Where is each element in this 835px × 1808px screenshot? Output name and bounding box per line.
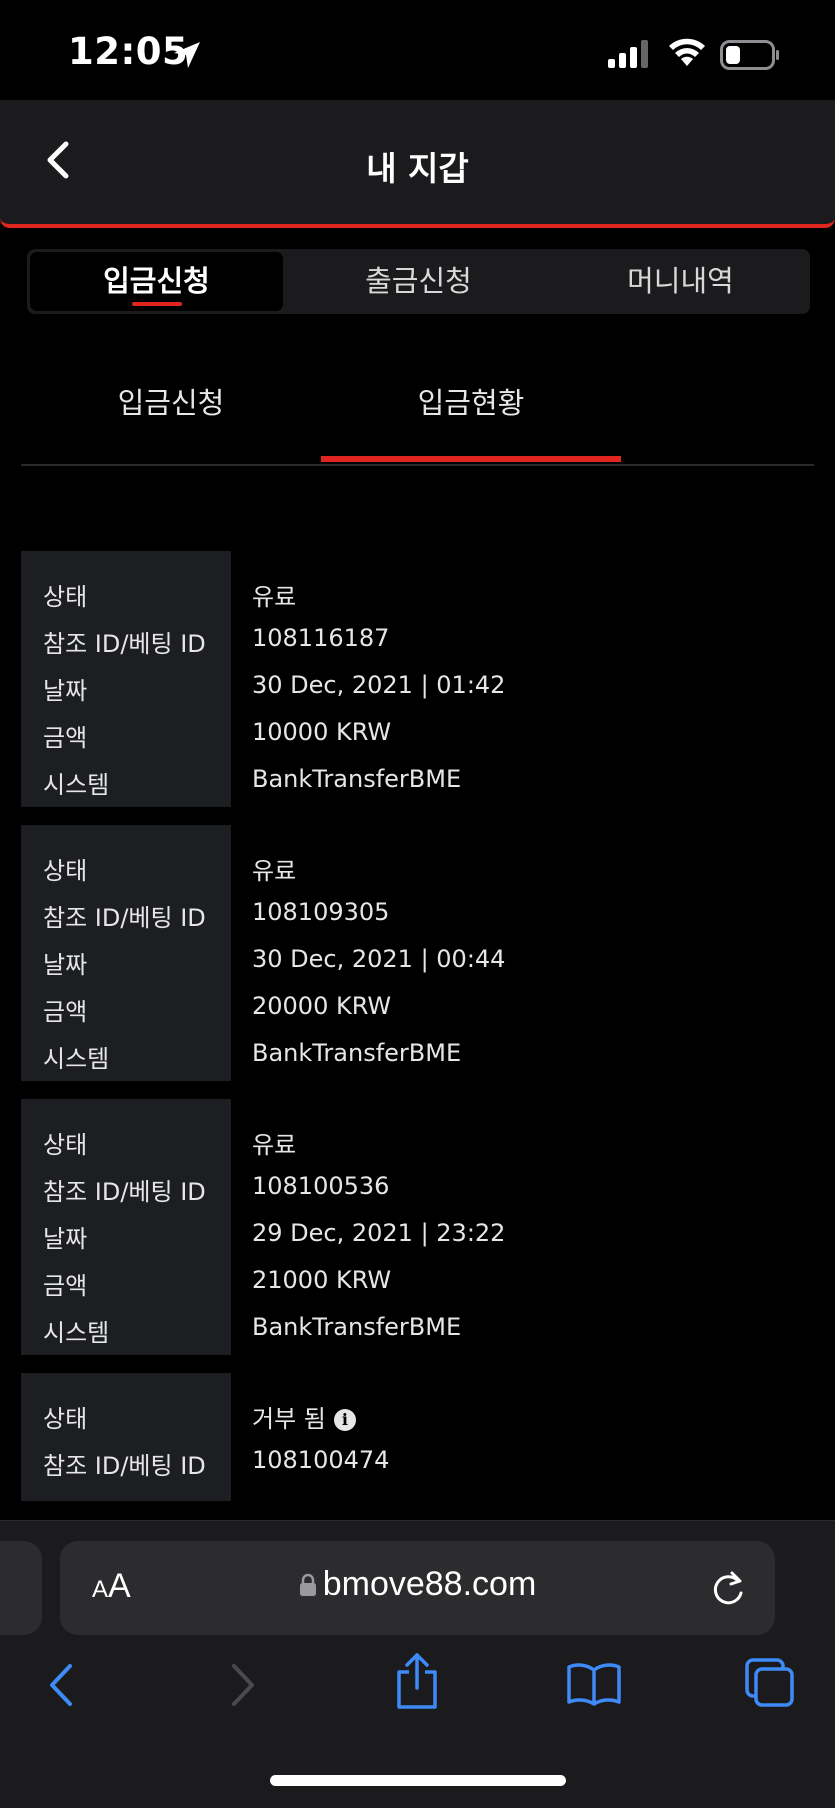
field-value: BankTransferBME — [252, 1313, 462, 1341]
field-label: 날짜 — [43, 951, 88, 979]
field-value: 108100536 — [252, 1172, 390, 1200]
record-row-amount: 금액 10000 KRW — [21, 712, 814, 759]
record-row-ref-id: 참조 ID/베팅 ID 108116187 — [21, 618, 814, 665]
info-icon[interactable]: i — [333, 1409, 356, 1431]
subtab-deposit-request[interactable]: 입금신청 — [21, 360, 321, 460]
field-label: 시스템 — [43, 1319, 110, 1347]
field-label: 참조 ID/베팅 ID — [43, 904, 206, 932]
field-label: 상태 — [43, 857, 88, 885]
tab-label: 입금신청 — [103, 264, 210, 298]
record-row-status: 상태 유료 — [21, 1119, 814, 1166]
record-row-date: 날짜 30 Dec, 2021 | 00:44 — [21, 939, 814, 986]
record-row-system: 시스템 BankTransferBME — [21, 1307, 814, 1354]
field-label: 시스템 — [43, 771, 110, 799]
tab-withdraw-request[interactable]: 출금신청 — [292, 249, 545, 314]
address-bar[interactable]: AA bmove88.com — [60, 1541, 775, 1635]
record-row-amount: 금액 21000 KRW — [21, 1260, 814, 1307]
field-value: 108100474 — [252, 1446, 390, 1474]
lock-icon — [299, 1573, 316, 1596]
page-title: 내 지갑 — [366, 149, 469, 188]
wifi-icon — [669, 38, 705, 66]
share-icon[interactable] — [394, 1652, 440, 1710]
field-value: 108109305 — [252, 898, 390, 926]
field-value: 29 Dec, 2021 | 23:22 — [252, 1219, 506, 1247]
field-label: 금액 — [43, 724, 88, 752]
status-bar: 12:05 — [0, 0, 835, 100]
active-tab-indicator — [131, 302, 182, 306]
cellular-signal-icon — [608, 40, 648, 68]
field-value: 유료 — [252, 857, 297, 885]
location-arrow-icon — [174, 42, 200, 68]
record-row-ref-id: 참조 ID/베팅 ID 108100536 — [21, 1166, 814, 1213]
status-text: 거부 됨 — [252, 1405, 326, 1433]
field-value: BankTransferBME — [252, 1039, 462, 1067]
tabs-icon[interactable] — [745, 1658, 795, 1708]
url-text: bmove88.com — [322, 1565, 537, 1603]
field-label: 상태 — [43, 583, 88, 611]
field-label: 참조 ID/베팅 ID — [43, 630, 206, 658]
record-row-date: 날짜 30 Dec, 2021 | 01:42 — [21, 665, 814, 712]
record-row-status: 상태 유료 — [21, 571, 814, 618]
record-row-status: 상태 유료 — [21, 845, 814, 892]
tab-deposit-request[interactable]: 입금신청 — [30, 252, 283, 311]
field-value: 10000 KRW — [252, 718, 392, 746]
reload-icon[interactable] — [710, 1569, 748, 1609]
deposit-record: 상태 거부 됨 i 참조 ID/베팅 ID 108100474 — [21, 1373, 814, 1501]
subtab-label: 입금현황 — [417, 386, 525, 420]
record-row-ref-id: 참조 ID/베팅 ID 108109305 — [21, 892, 814, 939]
field-label: 참조 ID/베팅 ID — [43, 1452, 206, 1480]
deposit-record: 상태 유료 참조 ID/베팅 ID 108116187 날짜 30 Dec, 2… — [21, 551, 814, 807]
status-time: 12:05 — [68, 30, 189, 73]
field-label: 상태 — [43, 1131, 88, 1159]
field-label: 금액 — [43, 1272, 88, 1300]
tab-label: 출금신청 — [365, 264, 472, 298]
field-label: 상태 — [43, 1405, 88, 1433]
record-row-system: 시스템 BankTransferBME — [21, 759, 814, 806]
record-row-amount: 금액 20000 KRW — [21, 986, 814, 1033]
browser-forward-icon[interactable] — [224, 1660, 260, 1710]
field-value: 21000 KRW — [252, 1266, 392, 1294]
sub-tab-bar: 입금신청 입금현황 — [21, 360, 814, 466]
field-value: BankTransferBME — [252, 765, 462, 793]
previous-tab-pill[interactable] — [0, 1541, 42, 1635]
field-label: 참조 ID/베팅 ID — [43, 1178, 206, 1206]
bookmarks-icon[interactable] — [566, 1662, 622, 1706]
browser-back-icon[interactable] — [44, 1660, 80, 1710]
url-display[interactable]: bmove88.com — [60, 1565, 775, 1604]
tab-label: 머니내역 — [627, 264, 734, 298]
field-value: 20000 KRW — [252, 992, 392, 1020]
field-value: 거부 됨 i — [252, 1399, 356, 1434]
deposit-record: 상태 유료 참조 ID/베팅 ID 108100536 날짜 29 Dec, 2… — [21, 1099, 814, 1355]
deposit-record: 상태 유료 참조 ID/베팅 ID 108109305 날짜 30 Dec, 2… — [21, 825, 814, 1081]
record-row-status: 상태 거부 됨 i — [21, 1393, 814, 1440]
field-value: 30 Dec, 2021 | 01:42 — [252, 671, 506, 699]
app-header: 내 지갑 — [0, 100, 835, 228]
battery-icon — [720, 40, 779, 70]
main-tab-bar: 입금신청 출금신청 머니내역 — [27, 249, 810, 314]
field-value: 108116187 — [252, 624, 390, 652]
home-indicator — [270, 1775, 566, 1786]
subtab-label: 입금신청 — [117, 386, 225, 420]
field-label: 날짜 — [43, 677, 88, 705]
tab-money-history[interactable]: 머니내역 — [554, 249, 807, 314]
record-row-system: 시스템 BankTransferBME — [21, 1033, 814, 1080]
field-label: 금액 — [43, 998, 88, 1026]
field-value: 30 Dec, 2021 | 00:44 — [252, 945, 506, 973]
record-row-date: 날짜 29 Dec, 2021 | 23:22 — [21, 1213, 814, 1260]
record-row-ref-id: 참조 ID/베팅 ID 108100474 — [21, 1440, 814, 1487]
field-value: 유료 — [252, 1131, 297, 1159]
field-label: 날짜 — [43, 1225, 88, 1253]
field-value: 유료 — [252, 583, 297, 611]
subtab-deposit-status[interactable]: 입금현황 — [321, 360, 621, 462]
field-label: 시스템 — [43, 1045, 110, 1073]
active-subtab-indicator — [321, 456, 621, 462]
